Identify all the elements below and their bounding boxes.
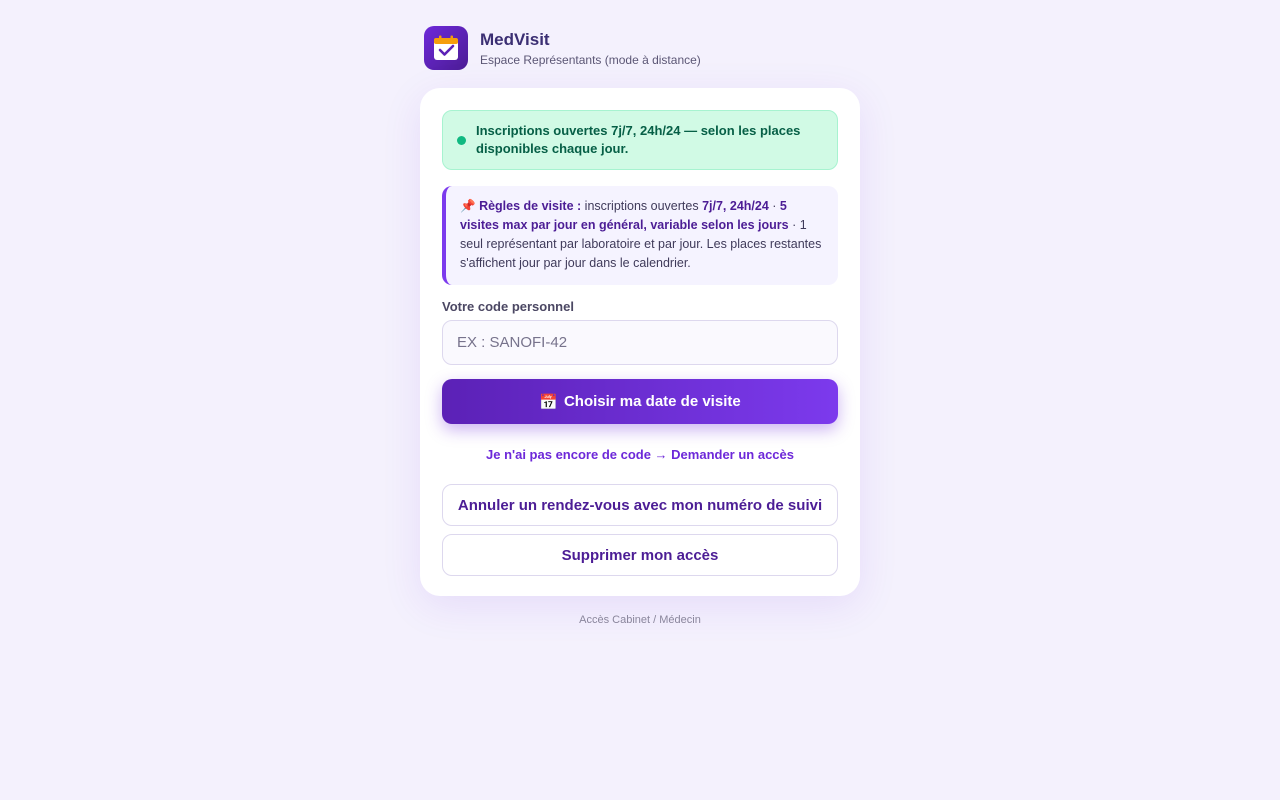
choose-visit-date-button[interactable]: 📅 Choisir ma date de visite [442, 379, 838, 424]
visit-rules: 📌 Règles de visite : inscriptions ouvert… [442, 186, 838, 285]
rules-hours: 7j/7, 24h/24 [702, 199, 769, 213]
calendar-icon: 📅 [539, 393, 558, 411]
request-access-row: Je n'ai pas encore de code → Demander un… [442, 446, 838, 464]
login-card: Inscriptions ouvertes 7j/7, 24h/24 — sel… [420, 88, 860, 596]
status-dot-icon [457, 135, 466, 145]
status-banner: Inscriptions ouvertes 7j/7, 24h/24 — sel… [442, 110, 838, 170]
rules-title: Règles de visite : [479, 199, 582, 213]
footer-link[interactable]: Accès Cabinet / Médecin [0, 614, 1280, 626]
rules-text-1: inscriptions ouvertes [581, 199, 703, 213]
request-access-link[interactable]: Je n'ai pas encore de code → Demander un… [486, 447, 794, 462]
calendar-check-icon [424, 26, 468, 70]
code-field-label: Votre code personnel [442, 299, 574, 314]
rules-separator: · [768, 199, 780, 213]
pin-icon: 📌 [460, 199, 476, 213]
delete-access-button[interactable]: Supprimer mon accès [442, 534, 838, 576]
brand: MedVisit Espace Représentants (mode à di… [480, 29, 701, 68]
personal-code-input[interactable] [442, 320, 838, 365]
status-text: Inscriptions ouvertes 7j/7, 24h/24 — sel… [476, 123, 801, 156]
app-name: MedVisit [480, 29, 550, 49]
app-subtitle: Espace Représentants (mode à distance) [480, 52, 701, 67]
choose-visit-date-label: Choisir ma date de visite [563, 393, 741, 410]
cancel-appointment-button[interactable]: Annuler un rendez-vous avec mon numéro d… [442, 484, 838, 526]
app-header: MedVisit Espace Représentants (mode à di… [424, 26, 701, 70]
